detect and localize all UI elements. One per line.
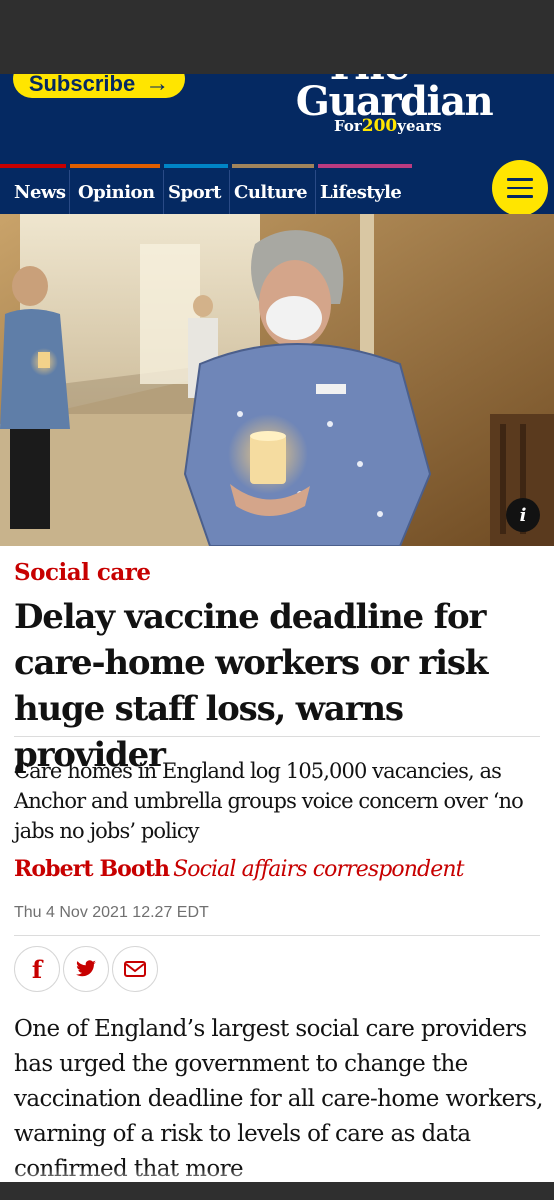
subscribe-button[interactable]: Subscribe → xyxy=(13,74,185,98)
divider xyxy=(14,935,540,936)
twitter-icon xyxy=(75,960,97,978)
pillar-accent-culture xyxy=(232,164,314,168)
pillar-opinion[interactable]: Opinion xyxy=(76,170,164,214)
masthead: Subscribe → The Guardian For200years xyxy=(0,74,554,164)
logo-for: For xyxy=(334,117,362,135)
pillar-accent-opinion xyxy=(70,164,160,168)
logo-years: years xyxy=(397,117,442,135)
guardian-logo[interactable]: The Guardian For200years xyxy=(284,74,504,160)
pillar-lifestyle[interactable]: Lifestyle xyxy=(318,170,414,214)
pillar-culture[interactable]: Culture xyxy=(232,170,316,214)
arrow-right-icon: → xyxy=(145,74,170,97)
publish-date: Thu 4 Nov 2021 12.27 EDT xyxy=(14,904,209,921)
share-facebook-button[interactable]: f xyxy=(14,946,60,992)
hamburger-icon-line xyxy=(507,186,533,190)
author-role: Social affairs correspondent xyxy=(173,857,464,882)
email-icon xyxy=(124,961,146,977)
status-bar xyxy=(0,0,554,74)
image-info-button[interactable]: i xyxy=(506,498,540,532)
section-kicker[interactable]: Social care xyxy=(14,559,151,586)
article-standfirst: Care homes in England log 105,000 vacanc… xyxy=(14,759,524,843)
pillar-accent-sport xyxy=(164,164,228,168)
system-nav-bar xyxy=(0,1182,554,1200)
article-headline: Delay vaccine deadline for care-home wor… xyxy=(14,597,488,775)
pillar-accent-lifestyle xyxy=(318,164,412,168)
hero-image: i xyxy=(0,214,554,546)
menu-button[interactable] xyxy=(492,160,548,216)
pillar-accent-news xyxy=(0,164,66,168)
article-body: One of England’s largest social care pro… xyxy=(14,1016,543,1182)
share-twitter-button[interactable] xyxy=(63,946,109,992)
author-name[interactable]: Robert Booth xyxy=(14,856,170,882)
divider xyxy=(14,736,540,737)
pillar-sport[interactable]: Sport xyxy=(166,170,230,214)
logo-number: 200 xyxy=(361,116,398,136)
pillar-nav: News Opinion Sport Culture Lifestyle xyxy=(0,164,554,214)
share-email-button[interactable] xyxy=(112,946,158,992)
hamburger-icon-line xyxy=(507,195,533,198)
byline: Robert Booth Social affairs correspondent xyxy=(14,856,464,882)
pillar-news[interactable]: News xyxy=(12,170,70,214)
logo-anniversary: For200years xyxy=(334,116,442,136)
facebook-icon: f xyxy=(31,954,43,984)
hero-photo xyxy=(0,214,554,546)
subscribe-label: Subscribe xyxy=(28,74,136,96)
hamburger-icon xyxy=(507,178,533,181)
